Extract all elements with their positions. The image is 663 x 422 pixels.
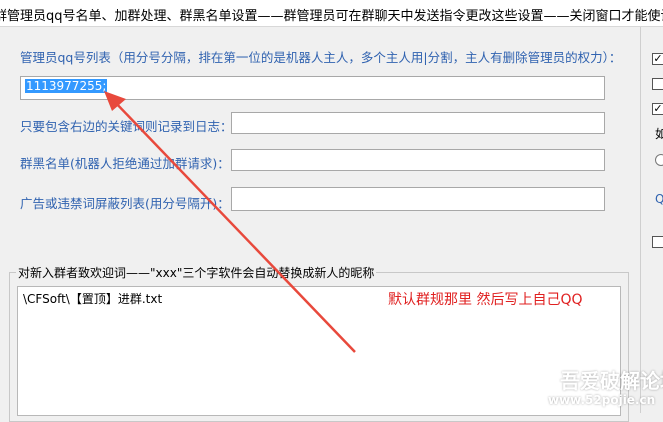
window-title-bar: 群管理员qq号名单、加群处理、群黑名单设置——群管理员可在群聊天中发送指令更改这…	[0, 0, 663, 27]
blacklist-input[interactable]	[231, 149, 605, 171]
blacklist-label: 群黑名单(机器人拒绝通过加群请求)：	[20, 156, 230, 171]
ad-filter-label: 广告或违禁词屏蔽列表(用分号隔开)：	[20, 196, 230, 211]
option-radio[interactable]	[655, 154, 663, 166]
admin-list-value: 1113977255;	[25, 79, 108, 93]
welcome-legend: 对新入群者致欢迎词——"xxx"三个字软件会自动替换成新人的昵称	[16, 264, 377, 281]
option-checkbox-3[interactable]: ✓	[652, 103, 663, 115]
option-label-ru: 如	[655, 127, 663, 141]
watermark-url: www.52pojie.cn	[548, 393, 656, 407]
option-checkbox-1[interactable]: ✓	[652, 53, 663, 65]
admin-list-label: 管理员qq号列表（用分号分隔，排在第一位的是机器人主人，多个主人用|分割，主人有…	[20, 50, 622, 65]
log-keywords-input[interactable]	[231, 112, 605, 134]
ad-filter-input[interactable]	[231, 187, 605, 211]
log-keywords-label: 只要包含右边的关键词则记录到日志：	[20, 119, 233, 134]
option-label-q: Q	[655, 192, 663, 206]
option-checkbox-4[interactable]	[652, 236, 663, 248]
window-title: 群管理员qq号名单、加群处理、群黑名单设置——群管理员可在群聊天中发送指令更改这…	[0, 9, 663, 24]
right-options-pane: ✓ ✓ 如 Q	[640, 27, 663, 413]
option-checkbox-2[interactable]	[652, 78, 663, 90]
watermark-logo: 吾爱破解论坛	[560, 369, 663, 393]
annotation-text: 默认群规那里 然后写上自己QQ	[388, 292, 583, 308]
admin-list-input[interactable]: 1113977255;	[20, 76, 605, 100]
welcome-text: \CFSoft\【置顶】进群.txt	[23, 292, 163, 306]
